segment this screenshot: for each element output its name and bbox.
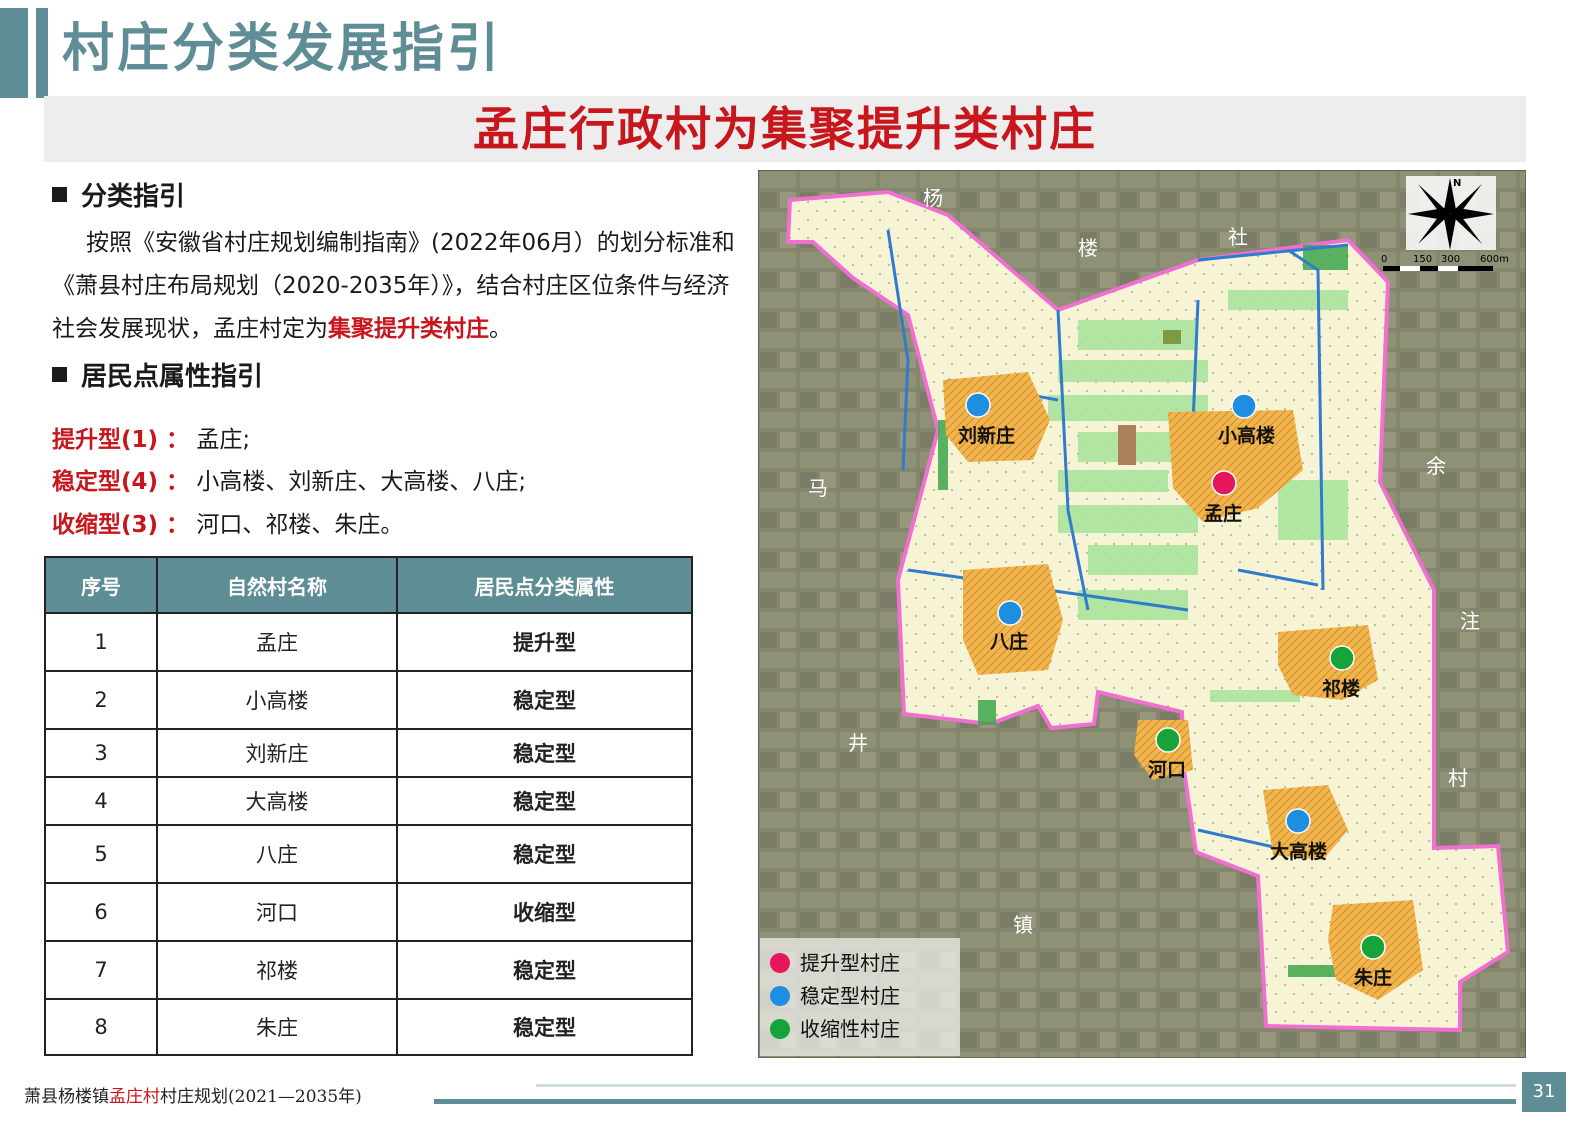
legend-label-stable: 稳定型村庄 xyxy=(800,984,900,1008)
subtitle-banner: 孟庄行政村为集聚提升类村庄 xyxy=(44,96,1526,162)
village-map: 0 150 300 600m N 杨 楼 社 马 余 注 井 村 镇 刘新庄 小… xyxy=(757,169,1527,1059)
cell-no: 7 xyxy=(44,940,158,1000)
north-arrow-icon: N xyxy=(1406,176,1496,250)
col-header-type: 居民点分类属性 xyxy=(396,556,693,614)
col-header-name: 自然村名称 xyxy=(156,556,398,614)
attr-line-upgrade: 提升型(1) ： 孟庄; xyxy=(52,420,250,454)
context-label: 社 xyxy=(1228,225,1248,249)
cell-name: 八庄 xyxy=(156,824,398,884)
cell-no: 2 xyxy=(44,670,158,730)
table-row: 7 祁楼 稳定型 xyxy=(44,940,693,1000)
village-label: 祁楼 xyxy=(1322,677,1360,700)
village-label: 小高楼 xyxy=(1218,424,1275,447)
context-label: 镇 xyxy=(1013,913,1033,937)
table-row: 5 八庄 稳定型 xyxy=(44,824,693,884)
cell-no: 8 xyxy=(44,998,158,1056)
footer-title: 萧县杨楼镇孟庄村村庄规划(2021—2035年) xyxy=(24,1082,362,1107)
cell-type: 稳定型 xyxy=(396,824,693,884)
col-header-no: 序号 xyxy=(44,556,158,614)
table-row: 1 孟庄 提升型 xyxy=(44,612,693,672)
section-heading-text: 居民点属性指引 xyxy=(81,362,264,392)
classification-paragraph: 按照《安徽省村庄规划编制指南》(2022年06月）的划分标准和《萧县村庄布局规划… xyxy=(52,222,742,351)
subtitle-text: 孟庄行政村为集聚提升类村庄 xyxy=(473,102,1097,156)
cell-name: 河口 xyxy=(156,882,398,942)
cell-name: 朱庄 xyxy=(156,998,398,1056)
cell-no: 4 xyxy=(44,776,158,826)
footer-highlight: 孟庄村 xyxy=(109,1087,160,1107)
attr-villages: 河口、祁楼、朱庄。 xyxy=(196,512,404,538)
cell-type: 稳定型 xyxy=(396,728,693,778)
village-label: 刘新庄 xyxy=(958,424,1015,447)
village-label: 河口 xyxy=(1148,759,1186,781)
legend-label-upgrade: 提升型村庄 xyxy=(800,951,900,975)
cell-no: 5 xyxy=(44,824,158,884)
scale-label: 0 xyxy=(1381,254,1387,265)
footer-prefix: 萧县杨楼镇 xyxy=(24,1087,109,1107)
page-title: 村庄分类发展指引 xyxy=(62,19,503,79)
cell-name: 刘新庄 xyxy=(156,728,398,778)
cell-type: 收缩型 xyxy=(396,882,693,942)
table-header-row: 序号 自然村名称 居民点分类属性 xyxy=(44,556,693,614)
cell-type: 稳定型 xyxy=(396,940,693,1000)
cell-name: 祁楼 xyxy=(156,940,398,1000)
footer-suffix: 村庄规划(2021—2035年) xyxy=(160,1087,362,1107)
cell-type: 稳定型 xyxy=(396,670,693,730)
context-label: 楼 xyxy=(1078,236,1098,260)
cell-type: 提升型 xyxy=(396,612,693,672)
table-row: 2 小高楼 稳定型 xyxy=(44,670,693,730)
scale-label: 150 xyxy=(1413,254,1432,265)
village-label: 八庄 xyxy=(990,630,1028,653)
map-legend: 提升型村庄 稳定型村庄 收缩性村庄 xyxy=(760,938,960,1056)
section-heading-text: 分类指引 xyxy=(81,182,186,212)
section-heading-settlement: 居民点属性指引 xyxy=(52,356,263,393)
table-row: 6 河口 收缩型 xyxy=(44,882,693,942)
scale-label: 300 xyxy=(1441,254,1460,265)
paragraph-highlight: 集聚提升类村庄 xyxy=(328,316,489,342)
cell-type: 稳定型 xyxy=(396,998,693,1056)
table-row: 3 刘新庄 稳定型 xyxy=(44,728,693,778)
footer-rule-dark xyxy=(434,1099,1516,1104)
title-accent-bar xyxy=(0,8,28,98)
cell-name: 孟庄 xyxy=(156,612,398,672)
scale-label: 600m xyxy=(1480,254,1509,265)
compass-letter: N xyxy=(1453,178,1461,189)
attr-line-shrink: 收缩型(3) ： 河口、祁楼、朱庄。 xyxy=(52,505,403,539)
table-row: 8 朱庄 稳定型 xyxy=(44,998,693,1056)
village-label: 孟庄 xyxy=(1204,502,1242,525)
attr-villages: 小高楼、刘新庄、大高楼、八庄; xyxy=(196,469,527,495)
footer-rule-light xyxy=(536,1084,1516,1087)
cell-no: 3 xyxy=(44,728,158,778)
map-svg: 0 150 300 600m N 杨 楼 社 马 余 注 井 村 镇 刘新庄 小… xyxy=(757,169,1527,1059)
context-label: 村 xyxy=(1448,766,1468,790)
page-number: 31 xyxy=(1522,1072,1566,1112)
attr-line-stable: 稳定型(4) ： 小高楼、刘新庄、大高楼、八庄; xyxy=(52,462,526,496)
attr-label: 收缩型(3) ： xyxy=(52,512,190,538)
attr-villages: 孟庄; xyxy=(196,427,251,453)
village-label: 朱庄 xyxy=(1354,966,1392,989)
attr-label: 稳定型(4) ： xyxy=(52,469,190,495)
legend-label-shrink: 收缩性村庄 xyxy=(800,1017,900,1041)
context-label: 余 xyxy=(1426,454,1446,478)
title-accent-bar-thin xyxy=(36,8,48,98)
bullet-square-icon xyxy=(52,187,67,202)
cell-name: 小高楼 xyxy=(156,670,398,730)
context-label: 马 xyxy=(808,476,828,500)
cell-type: 稳定型 xyxy=(396,776,693,826)
bullet-square-icon xyxy=(52,367,67,382)
section-heading-classification: 分类指引 xyxy=(52,176,185,213)
cell-name: 大高楼 xyxy=(156,776,398,826)
table-row: 4 大高楼 稳定型 xyxy=(44,776,693,826)
context-label: 杨 xyxy=(923,186,943,210)
paragraph-end: 。 xyxy=(489,316,512,342)
context-label: 井 xyxy=(848,731,868,755)
cell-no: 6 xyxy=(44,882,158,942)
village-label: 大高楼 xyxy=(1270,840,1327,863)
attr-label: 提升型(1) ： xyxy=(52,427,190,453)
cell-no: 1 xyxy=(44,612,158,672)
context-label: 注 xyxy=(1460,609,1480,633)
village-table: 序号 自然村名称 居民点分类属性 1 孟庄 提升型 2 小高楼 稳定型 3 刘新… xyxy=(44,556,693,1056)
